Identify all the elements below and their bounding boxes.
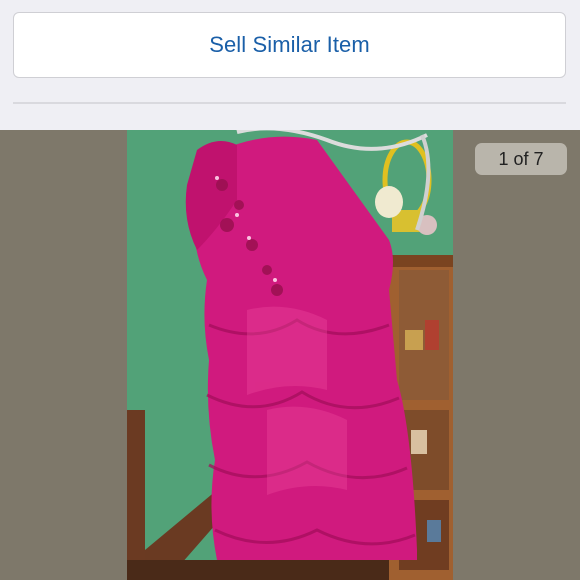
divider (13, 102, 566, 104)
sell-similar-item-button[interactable]: Sell Similar Item (13, 12, 566, 78)
photo-gallery[interactable]: 1 of 7 (0, 130, 580, 580)
sell-similar-item-label: Sell Similar Item (209, 32, 370, 57)
photo-counter-badge: 1 of 7 (475, 143, 567, 175)
photo-counter-text: 1 of 7 (498, 148, 544, 169)
listing-photo[interactable] (127, 130, 453, 580)
dress-photo-illustration (127, 130, 453, 580)
top-action-area: Sell Similar Item (0, 0, 580, 130)
